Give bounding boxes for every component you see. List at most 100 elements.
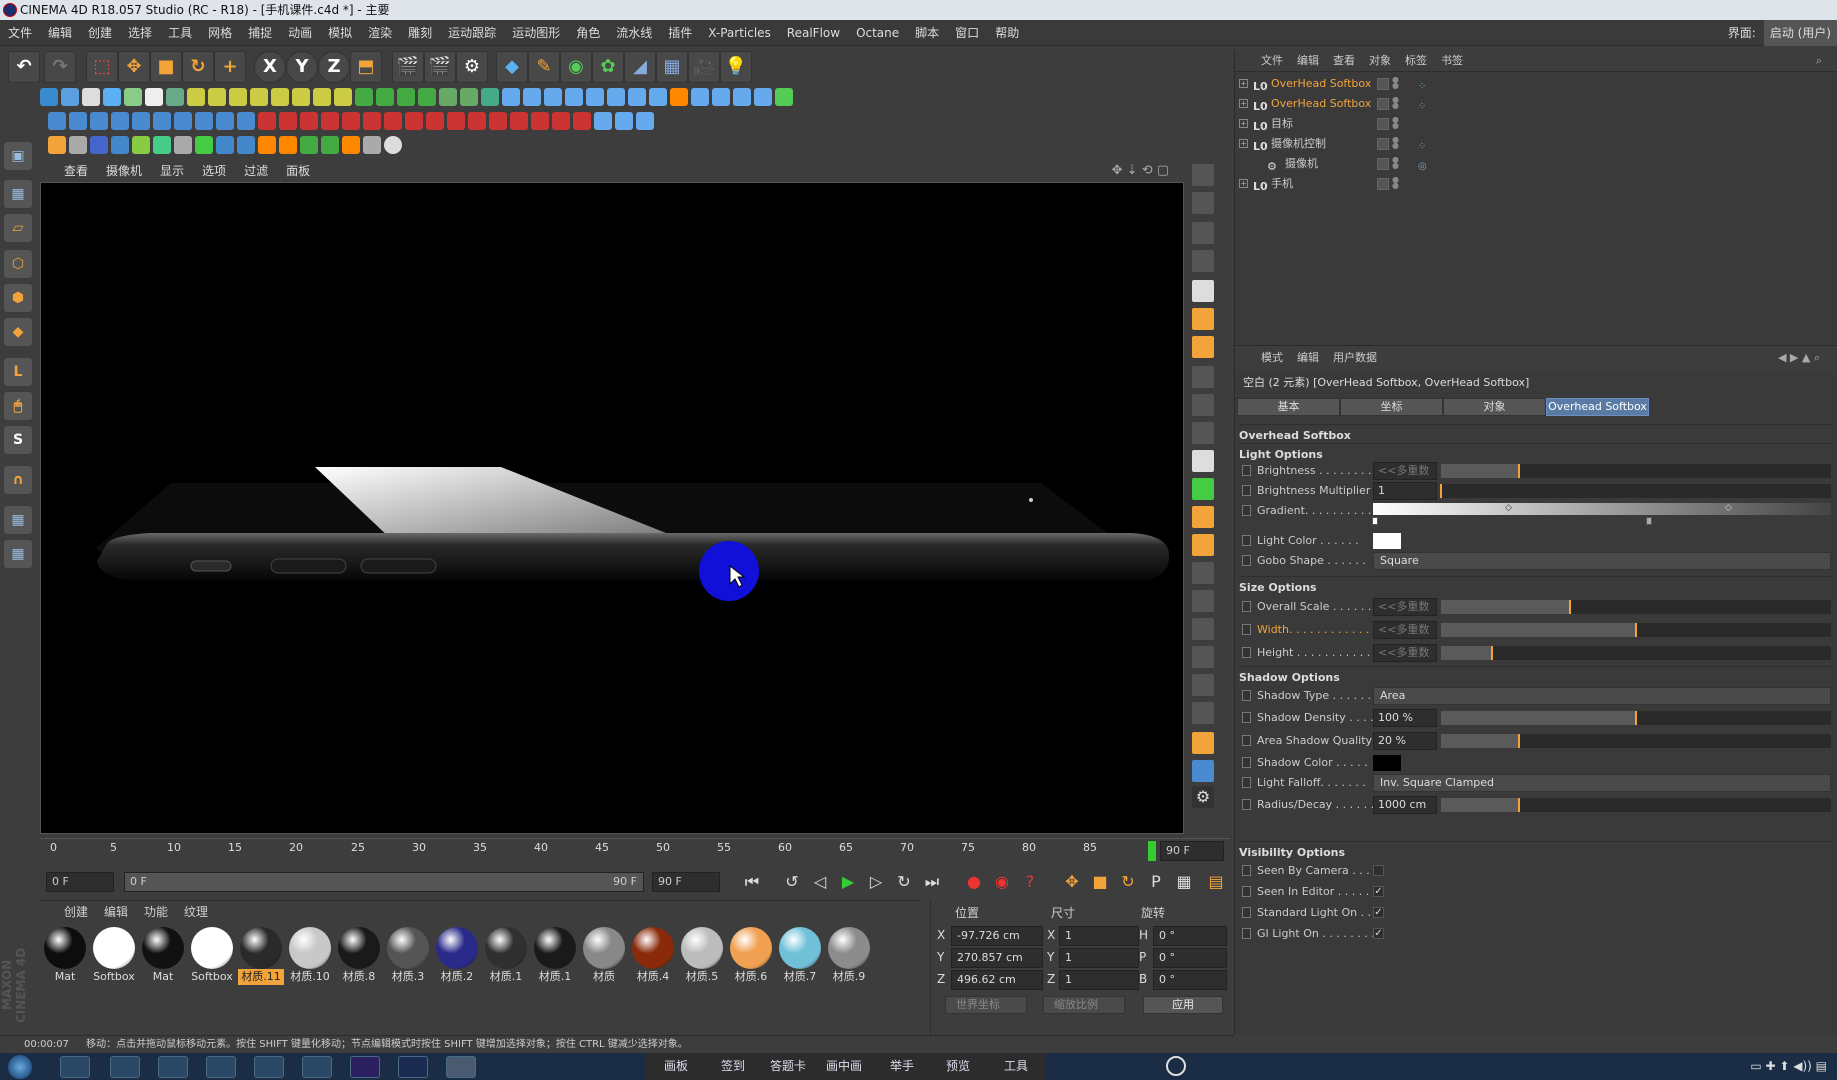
render-picture-viewer-icon[interactable]: 🎬	[424, 51, 456, 83]
previous-frame-icon[interactable]: ◁	[808, 870, 832, 894]
plugin-icon[interactable]	[313, 88, 331, 106]
palette-icon[interactable]	[1192, 422, 1214, 444]
start-button[interactable]	[8, 1055, 32, 1079]
material-menu-create[interactable]: 创建	[40, 901, 96, 923]
expand-toggle-icon[interactable]: +	[1239, 119, 1248, 128]
plugin-icon[interactable]	[418, 88, 436, 106]
area-shadow-quality-field[interactable]: 20 %	[1373, 732, 1437, 750]
width-field[interactable]: <<多重数	[1373, 621, 1437, 639]
palette-icon[interactable]	[1192, 534, 1214, 556]
pen-icon[interactable]: ✎	[528, 51, 560, 83]
3d-viewport[interactable]	[40, 182, 1184, 834]
plugin-icon[interactable]	[279, 112, 297, 130]
palette-icon[interactable]	[1192, 732, 1214, 754]
menu-help[interactable]: 帮助	[987, 20, 1027, 46]
plugin-icon[interactable]	[426, 112, 444, 130]
rotate-icon[interactable]: ↻	[182, 51, 214, 83]
editor-render-dots-icon[interactable]: ● ●	[1392, 96, 1399, 111]
plugin-icon[interactable]	[195, 136, 213, 154]
shadow-type-dropdown[interactable]: Area	[1373, 687, 1831, 705]
plugin-icon[interactable]	[216, 136, 234, 154]
palette-icon[interactable]	[1192, 702, 1214, 724]
palette-icon[interactable]	[1192, 366, 1214, 388]
next-frame-icon[interactable]: ▷	[864, 870, 888, 894]
light-icon[interactable]: 💡	[720, 51, 752, 83]
timeline-window-icon[interactable]: ▤	[1204, 870, 1228, 894]
taskbar-app-icon[interactable]	[158, 1056, 188, 1078]
editor-render-dots-icon[interactable]: ● ●	[1392, 176, 1399, 191]
taskbar-app-icon[interactable]	[206, 1056, 236, 1078]
plugin-icon[interactable]	[481, 88, 499, 106]
height-slider[interactable]	[1441, 646, 1831, 660]
plugin-icon[interactable]	[523, 88, 541, 106]
material-thumbnail[interactable]: 材质	[581, 925, 627, 989]
plugin-icon[interactable]	[300, 136, 318, 154]
plugin-icon[interactable]	[90, 112, 108, 130]
undo-icon[interactable]: ↶	[8, 51, 40, 83]
visibility-toggle-icon[interactable]	[1377, 138, 1389, 150]
seen-by-camera-checkbox[interactable]	[1373, 865, 1384, 876]
plugin-icon[interactable]	[208, 88, 226, 106]
palette-icon[interactable]	[1192, 674, 1214, 696]
camera-icon[interactable]: 🎥	[688, 51, 720, 83]
tab-basic[interactable]: 基本	[1237, 398, 1340, 416]
scale-key-icon[interactable]: ■	[1088, 870, 1112, 894]
obj-menu-bookmarks[interactable]: 书签	[1434, 50, 1470, 72]
plugin-icon[interactable]	[48, 136, 66, 154]
palette-icon[interactable]	[1192, 506, 1214, 528]
plugin-icon[interactable]	[754, 88, 772, 106]
palette-icon[interactable]	[1192, 760, 1214, 782]
plugin-icon[interactable]	[649, 88, 667, 106]
workplane-icon[interactable]: ▱	[4, 214, 32, 242]
gobo-shape-dropdown[interactable]: Square	[1373, 552, 1831, 570]
obj-menu-view[interactable]: 查看	[1326, 50, 1362, 72]
object-row[interactable]: + L0 摄像机控制 ● ● ⁘	[1235, 134, 1837, 154]
rotation-key-icon[interactable]: ↻	[1116, 870, 1140, 894]
scale-icon[interactable]: ■	[150, 51, 182, 83]
palette-icon[interactable]	[1192, 590, 1214, 612]
animate-icon[interactable]	[1242, 535, 1251, 546]
menu-x-particles[interactable]: X-Particles	[700, 20, 779, 46]
menu-create[interactable]: 创建	[80, 20, 120, 46]
menu-animate[interactable]: 动画	[280, 20, 320, 46]
plugin-icon[interactable]	[258, 136, 276, 154]
animate-icon[interactable]	[1242, 485, 1251, 496]
object-row[interactable]: + L0 OverHead Softbox ● ● ⁘	[1235, 74, 1837, 94]
menu-mograph[interactable]: 运动图形	[504, 20, 568, 46]
target-tag-icon[interactable]: ◎	[1418, 157, 1432, 172]
shadow-color-swatch[interactable]	[1373, 755, 1401, 771]
taskbar-app-icon[interactable]	[302, 1056, 332, 1078]
timeline-end-field[interactable]: 90 F	[1160, 841, 1224, 861]
animate-icon[interactable]	[1242, 712, 1251, 723]
plugin-icon[interactable]	[292, 88, 310, 106]
plugin-icon[interactable]	[636, 112, 654, 130]
current-frame-field[interactable]: 0 F	[46, 872, 114, 892]
plugin-icon[interactable]	[363, 112, 381, 130]
taskbar-app-icon[interactable]	[110, 1056, 140, 1078]
menu-file[interactable]: 文件	[0, 20, 40, 46]
pos-y-field[interactable]: 270.857 cm	[951, 948, 1043, 968]
plugin-icon[interactable]	[586, 88, 604, 106]
plugin-icon[interactable]	[733, 88, 751, 106]
plugin-icon[interactable]	[502, 88, 520, 106]
object-row[interactable]: + L0 目标 ● ●	[1235, 114, 1837, 134]
classroom-whiteboard[interactable]: 画板	[664, 1053, 688, 1080]
size-z-field[interactable]: 1	[1059, 970, 1139, 990]
parameter-key-icon[interactable]: P	[1144, 870, 1168, 894]
material-thumbnail[interactable]: 材质.2	[434, 925, 480, 989]
viewport-menu-options[interactable]: 选项	[193, 160, 235, 182]
material-thumbnail[interactable]: 材质.7	[777, 925, 823, 989]
editor-render-dots-icon[interactable]: ● ●	[1392, 136, 1399, 151]
expand-toggle-icon[interactable]: +	[1239, 79, 1248, 88]
menu-sculpt[interactable]: 雕刻	[400, 20, 440, 46]
gradient-bar[interactable]	[1373, 503, 1831, 515]
animate-icon[interactable]	[1242, 865, 1251, 876]
size-mode-dropdown[interactable]: 缩放比例	[1043, 996, 1125, 1014]
gradient-interp-knot[interactable]: ◇	[1505, 503, 1512, 513]
plugin-icon[interactable]	[195, 112, 213, 130]
animate-icon[interactable]	[1242, 465, 1251, 476]
plugin-icon[interactable]	[468, 112, 486, 130]
tag-icon[interactable]: ⁘	[1418, 77, 1432, 92]
plugin-icon[interactable]	[145, 88, 163, 106]
palette-icon[interactable]	[1192, 280, 1214, 302]
